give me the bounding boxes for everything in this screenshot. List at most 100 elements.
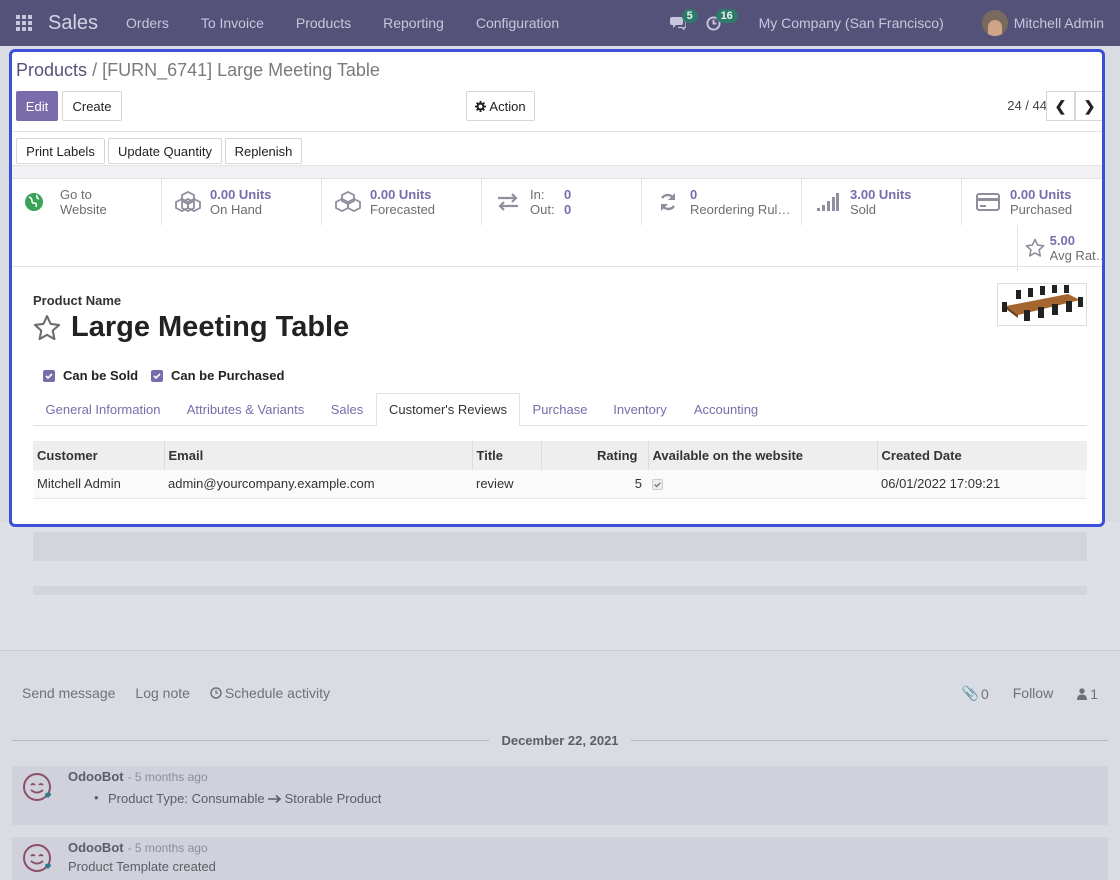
schedule-activity-button[interactable]: Schedule activity: [210, 685, 330, 701]
followers-count: 1: [1090, 685, 1098, 702]
edit-button[interactable]: Edit: [16, 91, 58, 121]
tab-accounting[interactable]: Accounting: [680, 393, 772, 426]
purchased-button[interactable]: 0.00 Units Purchased: [962, 179, 1102, 225]
can-be-purchased-checkbox[interactable]: Can be Purchased: [151, 368, 284, 383]
tab-attributes-variants[interactable]: Attributes & Variants: [173, 393, 318, 426]
top-navbar: Sales Orders To Invoice Products Reporti…: [0, 0, 1120, 46]
reordering-value: 0: [690, 187, 698, 202]
message-body: Product Template created: [68, 859, 216, 874]
refresh-icon: [660, 193, 676, 211]
messages-badge: 5: [681, 9, 698, 23]
check-icon: [45, 372, 53, 379]
company-switcher[interactable]: My Company (San Francisco): [759, 15, 944, 31]
date-separator: December 22, 2021: [12, 733, 1108, 748]
follow-button[interactable]: Follow: [1013, 685, 1053, 702]
user-icon: [1077, 687, 1088, 700]
tab-inventory[interactable]: Inventory: [600, 393, 680, 426]
available-checkbox[interactable]: [652, 479, 663, 491]
cell-title: review: [472, 470, 541, 499]
in-label: In:: [530, 187, 545, 202]
column-header-created-date[interactable]: Created Date: [877, 441, 1087, 470]
menu-orders[interactable]: Orders: [126, 15, 169, 31]
product-name[interactable]: Large Meeting Table: [71, 311, 349, 344]
user-menu[interactable]: Mitchell Admin: [1014, 15, 1104, 31]
cell-rating: 5: [541, 470, 648, 499]
tab-general-information[interactable]: General Information: [33, 393, 173, 426]
message-time: - 5 months ago: [127, 841, 208, 855]
menu-products[interactable]: Products: [296, 15, 351, 31]
sold-label: Sold: [850, 202, 877, 217]
can-be-purchased-label: Can be Purchased: [171, 368, 285, 383]
log-note-button[interactable]: Log note: [135, 685, 190, 701]
print-labels-button[interactable]: Print Labels: [16, 138, 105, 164]
odoobot-avatar-icon: [23, 844, 52, 872]
on-hand-button[interactable]: 0.00 Units On Hand: [162, 179, 322, 225]
apps-menu-icon[interactable]: [0, 0, 48, 46]
reordering-rules-button[interactable]: 0 Reordering Rul…: [642, 179, 802, 225]
pager-next-button[interactable]: ❯: [1075, 91, 1102, 121]
product-image[interactable]: [997, 283, 1087, 326]
in-out-button[interactable]: In: 0 Out: 0: [482, 179, 642, 225]
action-label: Action: [489, 98, 526, 114]
cell-customer: Mitchell Admin: [33, 470, 164, 499]
chatter: Send message Log note Schedule activity …: [0, 663, 1120, 880]
message-author[interactable]: OdooBot: [68, 769, 124, 784]
tab-sales[interactable]: Sales: [318, 393, 376, 426]
column-header-email[interactable]: Email: [164, 441, 473, 470]
breadcrumb-products-link[interactable]: Products: [16, 60, 87, 80]
user-avatar[interactable]: [981, 10, 1008, 36]
followers-button[interactable]: 1: [1077, 685, 1098, 702]
column-header-available[interactable]: Available on the website: [648, 441, 878, 470]
create-button[interactable]: Create: [62, 91, 122, 121]
rating-label: Avg Rat…: [1049, 248, 1105, 263]
cubes-icon: [335, 191, 361, 213]
date-separator-label: December 22, 2021: [489, 733, 631, 748]
column-header-customer[interactable]: Customer: [33, 441, 165, 470]
can-be-sold-checkbox[interactable]: Can be Sold: [43, 368, 138, 383]
dimmed-row: [33, 586, 1087, 595]
go-to-website-button[interactable]: Go to Website: [12, 179, 162, 225]
app-title[interactable]: Sales: [48, 12, 98, 35]
update-quantity-button[interactable]: Update Quantity: [108, 138, 222, 164]
forecasted-button[interactable]: 0.00 Units Forecasted: [322, 179, 482, 225]
messages-button[interactable]: 5: [669, 9, 698, 30]
in-value: 0: [564, 187, 572, 202]
table-row[interactable]: Mitchell Admin admin@yourcompany.example…: [33, 470, 1087, 499]
bullet-icon: •: [94, 790, 99, 805]
sold-button[interactable]: 3.00 Units Sold: [802, 179, 962, 225]
dimmed-form-sheet: [0, 522, 1120, 651]
rating-button[interactable]: 5.00 Avg Rat…: [1017, 225, 1105, 271]
message-author[interactable]: OdooBot: [68, 840, 124, 855]
purchased-label: Purchased: [1010, 202, 1073, 217]
pager-previous-button[interactable]: ❮: [1046, 91, 1075, 121]
action-dropdown[interactable]: Action: [466, 91, 535, 121]
notebook-tabs: General Information Attributes & Variant…: [33, 393, 1087, 426]
website-line2: Website: [60, 202, 107, 217]
menu-to-invoice[interactable]: To Invoice: [201, 15, 264, 31]
globe-icon: [25, 193, 43, 211]
column-header-title[interactable]: Title: [472, 441, 542, 470]
menu-reporting[interactable]: Reporting: [383, 15, 444, 31]
pager-value[interactable]: 24 / 44: [1007, 98, 1047, 113]
product-name-row: Large Meeting Table: [33, 311, 349, 344]
tab-customers-reviews[interactable]: Customer's Reviews: [376, 393, 520, 426]
breadcrumb-separator: /: [92, 60, 98, 80]
forecasted-label: Forecasted: [370, 202, 436, 217]
column-header-rating[interactable]: Rating: [541, 441, 649, 470]
breadcrumb: Products / [FURN_6741] Large Meeting Tab…: [16, 60, 380, 81]
gear-icon: [475, 100, 487, 112]
chevron-right-icon: ❯: [1083, 97, 1096, 114]
star-favorite-icon[interactable]: [33, 314, 61, 342]
activities-button[interactable]: 16: [706, 8, 738, 31]
chevron-left-icon: ❮: [1054, 97, 1067, 114]
reviews-table: Customer Email Title Rating Available on…: [33, 441, 1087, 499]
tab-purchase[interactable]: Purchase: [520, 393, 600, 426]
cell-available: [648, 470, 877, 499]
cell-created-date: 06/01/2022 17:09:21: [877, 470, 1087, 499]
menu-configuration[interactable]: Configuration: [476, 15, 559, 31]
star-icon: [1025, 238, 1045, 257]
replenish-button[interactable]: Replenish: [225, 138, 302, 164]
activities-badge: 16: [715, 8, 738, 23]
send-message-button[interactable]: Send message: [22, 685, 115, 701]
attachments-button[interactable]: 📎 0: [962, 685, 989, 702]
